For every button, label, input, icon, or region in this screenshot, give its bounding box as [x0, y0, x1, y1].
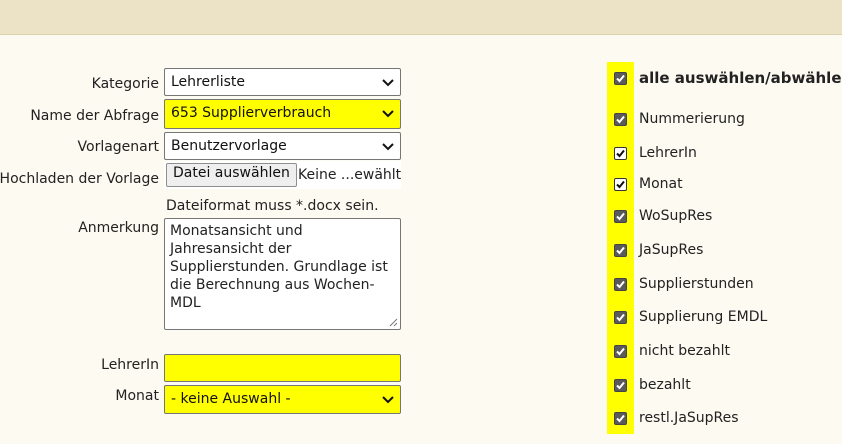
- name-abfrage-select[interactable]: 653 Supplierverbrauch: [164, 99, 401, 129]
- anmerkung-text: Monatsansicht und Jahresansicht der Supp…: [170, 223, 388, 311]
- checkbox-row[interactable]: Monat: [607, 175, 842, 197]
- select-all-checkbox[interactable]: [614, 72, 627, 85]
- file-format-hint: Dateiformat muss *.docx sein.: [166, 198, 379, 214]
- name-abfrage-value: 653 Supplierverbrauch: [171, 105, 332, 121]
- checkbox-row[interactable]: bezahlt: [607, 376, 842, 398]
- chevron-down-icon: [382, 396, 394, 404]
- checkbox-label: Supplierstunden: [639, 276, 754, 292]
- chevron-down-icon: [382, 110, 394, 118]
- checkbox-row[interactable]: LehrerIn: [607, 144, 842, 166]
- checkbox[interactable]: [614, 178, 627, 191]
- checkbox-row[interactable]: Nummerierung: [607, 110, 842, 132]
- checkmark-icon: [616, 381, 625, 390]
- checkmark-icon: [616, 115, 625, 124]
- select-all-row[interactable]: alle auswählen/abwählen: [607, 69, 842, 91]
- checkbox-row[interactable]: Supplierstunden: [607, 275, 842, 297]
- select-all-label: alle auswählen/abwählen: [639, 69, 842, 87]
- anmerkung-label: Anmerkung: [78, 220, 159, 236]
- checkbox[interactable]: [614, 345, 627, 358]
- checkbox[interactable]: [614, 278, 627, 291]
- resize-grip-icon[interactable]: [389, 318, 398, 327]
- vorlagenart-label: Vorlagenart: [77, 139, 159, 155]
- chevron-down-icon: [382, 143, 394, 151]
- checkbox-label: Nummerierung: [639, 111, 745, 127]
- checkbox-row[interactable]: JaSupRes: [607, 241, 842, 263]
- lehrerin-input[interactable]: [164, 354, 401, 382]
- kategorie-label: Kategorie: [91, 76, 159, 92]
- checkbox[interactable]: [614, 210, 627, 223]
- checkbox[interactable]: [614, 113, 627, 126]
- anmerkung-textarea[interactable]: Monatsansicht und Jahresansicht der Supp…: [164, 218, 401, 330]
- checkbox[interactable]: [614, 244, 627, 257]
- checkbox-label: nicht bezahlt: [639, 343, 730, 359]
- checkmark-icon: [616, 74, 625, 83]
- checkmark-icon: [616, 347, 625, 356]
- checkmark-icon: [616, 149, 625, 158]
- checkbox-label: bezahlt: [639, 377, 691, 393]
- monat-select[interactable]: - keine Auswahl -: [164, 385, 401, 414]
- checkmark-icon: [616, 246, 625, 255]
- checkbox[interactable]: [614, 412, 627, 425]
- checkmark-icon: [616, 212, 625, 221]
- checkbox-label: restl.JaSupRes: [639, 410, 739, 426]
- checkbox[interactable]: [614, 379, 627, 392]
- lehrerin-label: LehrerIn: [101, 357, 159, 373]
- monat-value: - keine Auswahl -: [171, 391, 291, 407]
- name-abfrage-label: Name der Abfrage: [30, 108, 159, 124]
- checkbox[interactable]: [614, 147, 627, 160]
- checkmark-icon: [616, 180, 625, 189]
- kategorie-select[interactable]: Lehrerliste: [164, 68, 401, 96]
- header-band: [0, 0, 842, 35]
- checkmark-icon: [616, 414, 625, 423]
- upload-label: Hochladen der Vorlage: [0, 171, 159, 187]
- vorlagenart-select[interactable]: Benutzervorlage: [164, 132, 401, 160]
- checkbox-row[interactable]: nicht bezahlt: [607, 342, 842, 364]
- file-status-text: Keine ...ewählt: [298, 167, 402, 183]
- file-choose-button[interactable]: Datei auswählen: [166, 163, 297, 187]
- checkmark-icon: [616, 280, 625, 289]
- monat-label: Monat: [115, 388, 159, 404]
- checkmark-icon: [616, 313, 625, 322]
- vorlagenart-value: Benutzervorlage: [171, 138, 287, 154]
- checkbox-label: Monat: [639, 176, 683, 192]
- checkbox-row[interactable]: Supplierung EMDL: [607, 308, 842, 330]
- checkbox-label: LehrerIn: [639, 145, 697, 161]
- checkbox-label: Supplierung EMDL: [639, 309, 768, 325]
- checkbox[interactable]: [614, 311, 627, 324]
- checkbox-row[interactable]: restl.JaSupRes: [607, 409, 842, 431]
- kategorie-value: Lehrerliste: [171, 74, 246, 90]
- checkbox-label: WoSupRes: [639, 208, 713, 224]
- chevron-down-icon: [382, 79, 394, 87]
- checkbox-label: JaSupRes: [639, 242, 704, 258]
- checkbox-row[interactable]: WoSupRes: [607, 207, 842, 229]
